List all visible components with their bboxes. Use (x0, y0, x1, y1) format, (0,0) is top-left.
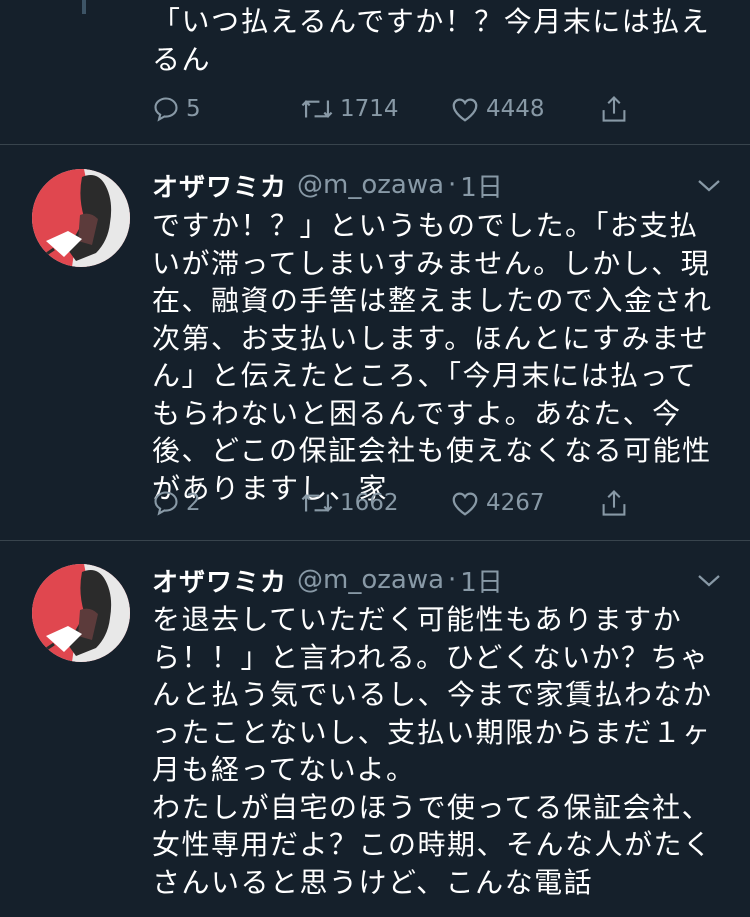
like-icon (452, 492, 478, 516)
like-icon (452, 98, 478, 122)
retweet-button[interactable]: 1662 (300, 486, 399, 520)
reply-button[interactable]: 2 (152, 486, 201, 520)
tweet-actions: 2 1662 4267 (152, 486, 652, 520)
chevron-down-icon (698, 575, 720, 587)
tweet-0[interactable]: 「いつ払えるんですか！？今月末には払えるん 5 1714 4448 (0, 0, 750, 145)
like-count: 4448 (486, 96, 545, 122)
reply-count: 2 (186, 490, 201, 516)
share-icon (602, 489, 626, 516)
tweet-menu-button[interactable] (694, 571, 724, 591)
tweet-2[interactable]: オザワミカ @m_ozawa · 1日 を退去していただく可能性もありますから！… (0, 541, 750, 917)
timestamp[interactable]: 1日 (460, 167, 503, 204)
avatar[interactable] (32, 169, 130, 267)
share-button[interactable] (600, 92, 628, 126)
share-icon (602, 95, 626, 122)
separator: · (448, 170, 457, 200)
avatar[interactable] (32, 564, 130, 662)
retweet-icon (301, 100, 333, 118)
display-name[interactable]: オザワミカ (152, 167, 287, 204)
tweet-header: オザワミカ @m_ozawa · 1日 (152, 562, 503, 599)
like-button[interactable]: 4448 (450, 92, 545, 126)
tweet-text: を退去していただく可能性もありますから！！」と言われる。ひどくないか？ちゃんと払… (152, 603, 713, 899)
like-count: 4267 (486, 490, 545, 516)
tweet-text: 「いつ払えるんですか！？今月末には払えるん (152, 5, 711, 76)
tweet-header: オザワミカ @m_ozawa · 1日 (152, 167, 503, 204)
retweet-icon (301, 494, 333, 512)
like-button[interactable]: 4267 (450, 486, 545, 520)
retweet-count: 1662 (340, 490, 399, 516)
timestamp[interactable]: 1日 (460, 562, 503, 599)
display-name[interactable]: オザワミカ (152, 562, 287, 599)
tweet-1[interactable]: オザワミカ @m_ozawa · 1日 ですか！？」というものでした。「お支払い… (0, 145, 750, 540)
tweet-menu-button[interactable] (694, 176, 724, 196)
retweet-button[interactable]: 1714 (300, 92, 399, 126)
reply-count: 5 (186, 96, 201, 122)
retweet-count: 1714 (340, 96, 399, 122)
separator: · (448, 565, 457, 595)
tweet-text: ですか！？」というものでした。「お支払いが滞ってしまいすみません。しかし、現在、… (152, 209, 713, 505)
reply-icon (154, 97, 178, 122)
user-handle[interactable]: @m_ozawa (297, 170, 444, 200)
reply-icon (154, 491, 178, 516)
tweet-actions: 5 1714 4448 (152, 92, 652, 126)
chevron-down-icon (698, 180, 720, 192)
user-handle[interactable]: @m_ozawa (297, 565, 444, 595)
share-button[interactable] (600, 486, 628, 520)
reply-button[interactable]: 5 (152, 92, 201, 126)
